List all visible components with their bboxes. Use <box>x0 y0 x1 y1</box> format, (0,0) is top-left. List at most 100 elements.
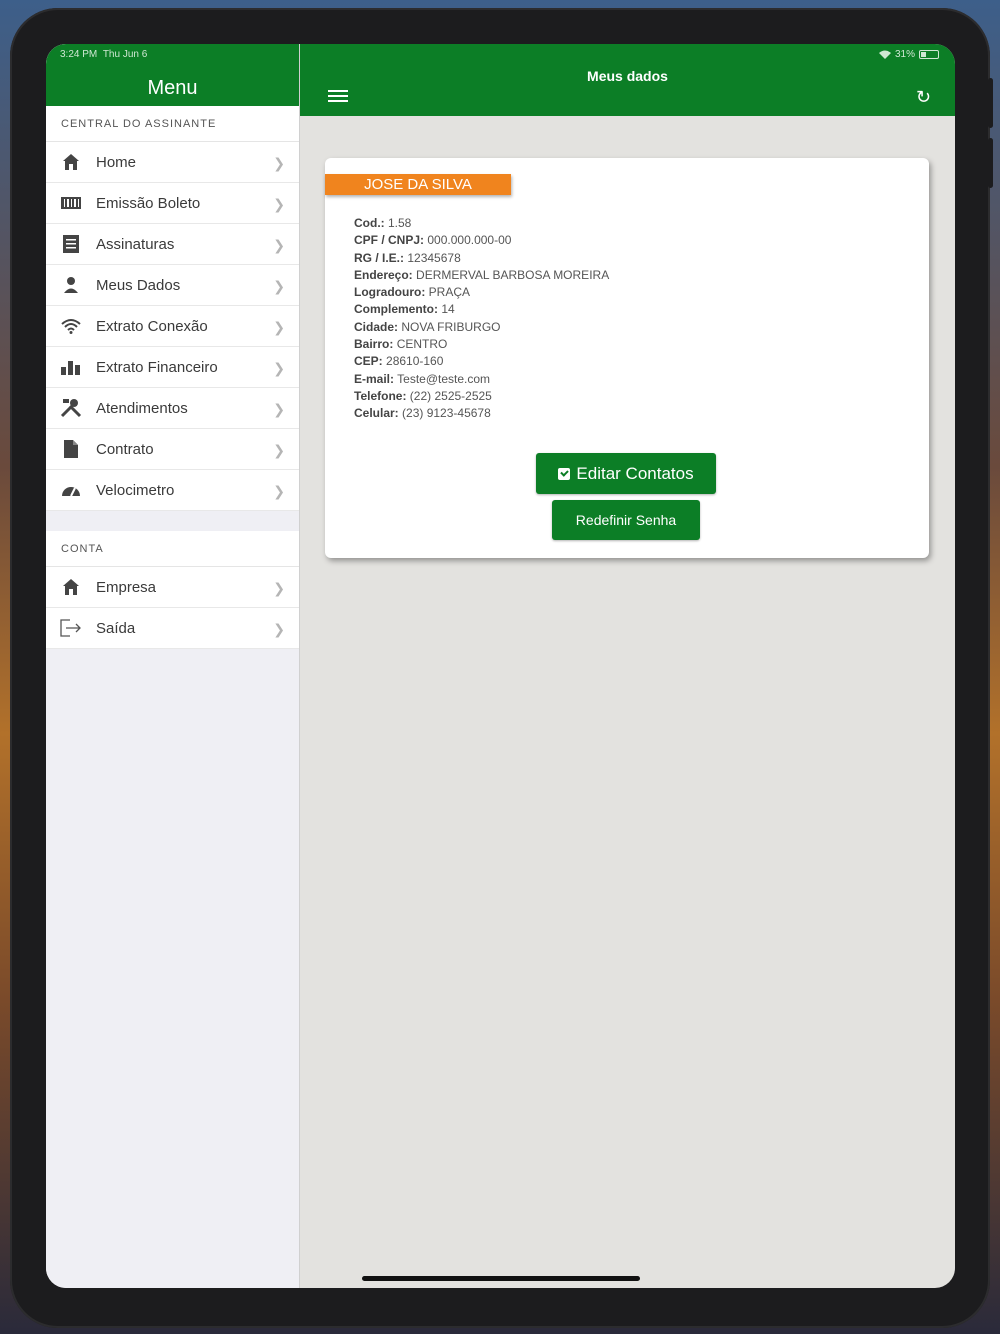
field-value: 28610-160 <box>386 354 444 369</box>
battery-percent: 31% <box>894 49 915 60</box>
sidebar-item-label: Saída <box>96 619 136 637</box>
sidebar-item-label: Extrato Financeiro <box>96 358 218 376</box>
field-value: 1.58 <box>388 216 412 230</box>
field-value: 12345678 <box>407 250 461 265</box>
field-cpf-cnpj: CPF / CNPJ: 000.000.000-00 <box>354 232 609 249</box>
field-label: CPF / CNPJ: <box>354 233 425 248</box>
field-bairro: Bairro: CENTRO <box>354 336 609 353</box>
field-value: 14 <box>441 302 455 317</box>
field-label: Celular: <box>354 406 399 421</box>
edit-contacts-button[interactable]: Editar Contatos <box>536 453 716 494</box>
sidebar-item-label: Empresa <box>96 578 157 596</box>
chevron-right-icon: ❯ <box>273 319 285 335</box>
sidebar-item-label: Contrato <box>96 440 154 458</box>
field-value: 000.000.000-00 <box>427 233 512 248</box>
home-indicator[interactable] <box>362 1276 640 1281</box>
field-value: (22) 2525-2525 <box>409 388 492 403</box>
wifi-icon <box>60 315 82 337</box>
navigation-bar: 31% Meus dados ↻ <box>300 44 955 116</box>
field-label: CEP: <box>354 354 383 369</box>
field-value: Teste@teste.com <box>397 371 491 386</box>
field-label: Cod.: <box>354 216 385 230</box>
sidebar-item-extrato-conexao[interactable]: Extrato Conexão ❯ <box>46 306 299 347</box>
sidebar-item-label: Home <box>96 153 137 171</box>
customer-name-tag: JOSE DA SILVA <box>325 174 511 195</box>
logout-icon <box>60 617 82 639</box>
field-email: E-mail: Teste@teste.com <box>354 371 609 388</box>
account-menu-list: Empresa ❯ Saída ❯ <box>46 567 299 649</box>
battery-icon <box>919 50 939 59</box>
field-telefone: Telefone: (22) 2525-2525 <box>354 388 609 405</box>
chevron-right-icon: ❯ <box>273 442 285 458</box>
profile-card: JOSE DA SILVA Cod.: 1.58 CPF / CNPJ: 000… <box>325 158 929 558</box>
profile-fields: Cod.: 1.58 CPF / CNPJ: 000.000.000-00 RG… <box>354 215 609 423</box>
volume-up-button <box>988 78 993 128</box>
field-label: Bairro: <box>354 337 394 352</box>
menu-list: Home ❯ Emissão Boleto ❯ Assinaturas ❯ Me… <box>46 142 299 511</box>
chevron-right-icon: ❯ <box>273 401 285 417</box>
sidebar-item-atendimentos[interactable]: Atendimentos ❯ <box>46 388 299 429</box>
sidebar-item-assinaturas[interactable]: Assinaturas ❯ <box>46 224 299 265</box>
sidebar-item-label: Meus Dados <box>96 276 181 294</box>
field-value: NOVA FRIBURGO <box>401 319 501 334</box>
sidebar-header: 3:24 PM Thu Jun 6 Menu <box>46 44 299 106</box>
document-icon <box>60 233 82 255</box>
refresh-icon[interactable]: ↻ <box>916 87 931 108</box>
main-content: 31% Meus dados ↻ JOSE DA SILVA Cod.: 1.5… <box>300 44 955 1288</box>
page-title: Meus dados <box>587 68 668 84</box>
chevron-right-icon: ❯ <box>273 237 285 253</box>
field-logradouro: Logradouro: PRAÇA <box>354 284 609 301</box>
chevron-right-icon: ❯ <box>273 278 285 294</box>
sidebar-item-velocimetro[interactable]: Velocimetro ❯ <box>46 470 299 511</box>
field-cep: CEP: 28610-160 <box>354 353 609 370</box>
sidebar-item-meus-dados[interactable]: Meus Dados ❯ <box>46 265 299 306</box>
hamburger-menu-icon[interactable] <box>328 90 348 106</box>
field-label: RG / I.E.: <box>354 250 405 265</box>
field-label: Logradouro: <box>354 285 426 300</box>
sidebar-item-contrato[interactable]: Contrato ❯ <box>46 429 299 470</box>
field-endereco: Endereço: DERMERVAL BARBOSA MOREIRA <box>354 267 609 284</box>
field-label: Endereço: <box>354 267 413 282</box>
section-label-conta: CONTA <box>46 531 299 567</box>
status-time-text: 3:24 PM <box>60 49 98 60</box>
edit-icon <box>558 467 571 480</box>
field-value: PRAÇA <box>428 285 471 300</box>
field-value: CENTRO <box>396 337 448 352</box>
status-date-text: Thu Jun 6 <box>102 49 148 60</box>
sidebar-item-empresa[interactable]: Empresa ❯ <box>46 567 299 608</box>
sidebar-item-label: Velocimetro <box>96 481 175 499</box>
wifi-status-icon <box>878 50 891 59</box>
chevron-right-icon: ❯ <box>273 621 285 637</box>
menu-title: Menu <box>147 77 198 99</box>
chevron-right-icon: ❯ <box>273 580 285 596</box>
chevron-right-icon: ❯ <box>273 483 285 499</box>
user-icon <box>60 274 82 296</box>
field-complemento: Complemento: 14 <box>354 301 609 318</box>
sidebar-item-label: Extrato Conexão <box>96 317 208 335</box>
chevron-right-icon: ❯ <box>273 196 285 212</box>
field-label: Telefone: <box>354 388 407 403</box>
field-rg-ie: RG / I.E.: 12345678 <box>354 250 609 267</box>
field-cidade: Cidade: NOVA FRIBURGO <box>354 319 609 336</box>
volume-down-button <box>988 138 993 188</box>
sidebar-item-saida[interactable]: Saída ❯ <box>46 608 299 649</box>
sidebar-item-extrato-financeiro[interactable]: Extrato Financeiro ❯ <box>46 347 299 388</box>
bar-chart-icon <box>60 356 82 378</box>
field-label: E-mail: <box>354 371 395 386</box>
barcode-icon <box>60 192 82 214</box>
field-value: (23) 9123-45678 <box>402 406 491 421</box>
section-divider <box>46 511 299 531</box>
status-indicators: 31% <box>878 49 939 60</box>
field-cod: Cod.: 1.58 <box>354 215 609 232</box>
sidebar-item-home[interactable]: Home ❯ <box>46 142 299 183</box>
screen: 3:24 PM Thu Jun 6 Menu CENTRAL DO ASSINA… <box>46 44 955 1288</box>
file-icon <box>60 438 82 460</box>
status-time: 3:24 PM Thu Jun 6 <box>60 49 147 60</box>
field-label: Cidade: <box>354 319 399 334</box>
sidebar-item-boleto[interactable]: Emissão Boleto ❯ <box>46 183 299 224</box>
home-icon <box>60 151 82 173</box>
chevron-right-icon: ❯ <box>273 360 285 376</box>
edit-contacts-label: Editar Contatos <box>576 463 694 483</box>
reset-password-button[interactable]: Redefinir Senha <box>552 500 700 540</box>
home-icon <box>60 576 82 598</box>
